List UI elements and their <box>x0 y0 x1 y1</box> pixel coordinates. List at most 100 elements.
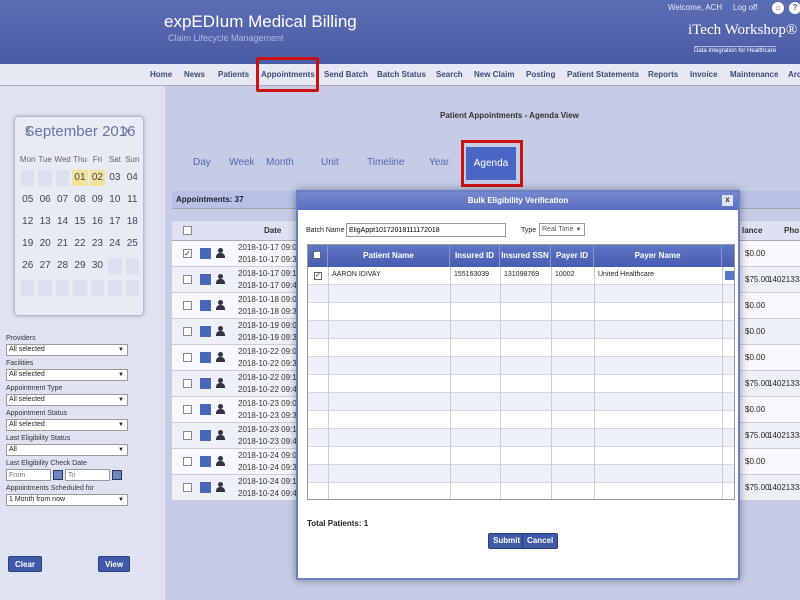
calendar-day[interactable]: 06 <box>36 192 53 208</box>
row-checkbox[interactable] <box>183 431 192 440</box>
calendar-day[interactable]: 01 <box>72 170 88 186</box>
calendar-day[interactable]: 08 <box>71 192 88 208</box>
patient-icon[interactable] <box>216 430 225 441</box>
patient-icon[interactable] <box>216 326 225 337</box>
patient-icon[interactable] <box>216 248 225 259</box>
calendar-day[interactable]: 25 <box>124 236 141 252</box>
tab-month[interactable]: Month <box>266 157 294 168</box>
close-icon[interactable]: x <box>722 195 733 206</box>
calendar-day[interactable]: 17 <box>106 214 123 230</box>
calendar-day[interactable]: 10 <box>106 192 123 208</box>
calendar-day[interactable]: 30 <box>89 258 106 274</box>
tab-unit[interactable]: Unit <box>321 157 339 168</box>
calendar-day[interactable]: 23 <box>89 236 106 252</box>
patient-icon[interactable] <box>216 274 225 285</box>
nav-reports[interactable]: Reports <box>648 64 678 86</box>
notes-icon[interactable] <box>200 248 211 259</box>
help-icon[interactable]: ? <box>789 2 800 14</box>
notes-icon[interactable] <box>200 378 211 389</box>
batch-name-input[interactable] <box>346 223 506 237</box>
nav-invoice[interactable]: Invoice <box>690 64 718 86</box>
calendar-day[interactable]: 16 <box>89 214 106 230</box>
calendar-day[interactable]: 27 <box>36 258 53 274</box>
calendar-icon[interactable] <box>112 470 122 480</box>
nav-new-claim[interactable]: New Claim <box>474 64 514 86</box>
appointment-type-select[interactable]: All selected ▼ <box>6 394 128 406</box>
calendar-day[interactable]: 24 <box>106 236 123 252</box>
logoff-link[interactable]: Log off <box>733 3 757 12</box>
appointment-status-select[interactable]: All selected ▼ <box>6 419 128 431</box>
from-date-input[interactable] <box>6 469 51 481</box>
calendar-day[interactable]: 05 <box>19 192 36 208</box>
nav-posting[interactable]: Posting <box>526 64 555 86</box>
calendar-day[interactable]: 11 <box>124 192 141 208</box>
patient-icon[interactable] <box>216 404 225 415</box>
facilities-select[interactable]: All selected ▼ <box>6 369 128 381</box>
calendar-day[interactable]: 07 <box>54 192 71 208</box>
row-checkbox[interactable] <box>183 275 192 284</box>
patient-icon[interactable] <box>216 456 225 467</box>
to-date-input[interactable] <box>65 469 110 481</box>
tab-week[interactable]: Week <box>229 157 254 168</box>
nav-send-batch[interactable]: Send Batch <box>324 64 368 86</box>
calendar-day[interactable]: 03 <box>106 170 123 186</box>
nav-maintenance[interactable]: Maintenance <box>730 64 778 86</box>
notes-icon[interactable] <box>200 404 211 415</box>
row-checkbox[interactable] <box>183 405 192 414</box>
providers-select[interactable]: All selected ▼ <box>6 344 128 356</box>
row-checkbox[interactable] <box>183 353 192 362</box>
calendar-day[interactable]: 26 <box>19 258 36 274</box>
row-checkbox[interactable] <box>183 301 192 310</box>
nav-search[interactable]: Search <box>436 64 463 86</box>
nav-batch-status[interactable]: Batch Status <box>377 64 426 86</box>
notes-icon[interactable] <box>200 430 211 441</box>
calendar-day[interactable]: 28 <box>54 258 71 274</box>
notes-icon[interactable] <box>200 326 211 337</box>
calendar-day[interactable]: 13 <box>36 214 53 230</box>
nav-patient-statements[interactable]: Patient Statements <box>567 64 639 86</box>
patient-icon[interactable] <box>216 352 225 363</box>
nav-archive[interactable]: Arc <box>788 64 800 86</box>
calendar-day[interactable]: 09 <box>89 192 106 208</box>
home-icon[interactable]: ⌂ <box>772 2 784 14</box>
tab-day[interactable]: Day <box>193 157 211 168</box>
nav-home[interactable]: Home <box>150 64 172 86</box>
calendar-day[interactable]: 15 <box>71 214 88 230</box>
row-checkbox[interactable] <box>183 457 192 466</box>
calendar-day[interactable]: 14 <box>54 214 71 230</box>
notes-icon[interactable] <box>200 274 211 285</box>
row-checkbox[interactable] <box>183 483 192 492</box>
patient-icon[interactable] <box>216 482 225 493</box>
calendar-day[interactable]: 12 <box>19 214 36 230</box>
nav-news[interactable]: News <box>184 64 205 86</box>
grid-row-checkbox[interactable]: ✓ <box>314 272 322 280</box>
patient-icon[interactable] <box>216 378 225 389</box>
notes-icon[interactable] <box>200 482 211 493</box>
view-button[interactable]: View <box>98 556 131 572</box>
tab-year[interactable]: Year <box>429 157 449 168</box>
calendar-day[interactable]: 29 <box>71 258 88 274</box>
calendar-day[interactable]: 21 <box>54 236 71 252</box>
cancel-button[interactable]: Cancel <box>522 533 559 549</box>
grid-row[interactable]: ✓ AARON IDIVAY 155163039 131098769 10002 Unit… <box>308 267 734 285</box>
eligibility-status-select[interactable]: All ▼ <box>6 444 128 456</box>
edit-icon[interactable] <box>725 271 734 280</box>
patient-icon[interactable] <box>216 300 225 311</box>
submit-button[interactable]: Submit <box>488 533 526 549</box>
tab-timeline[interactable]: Timeline <box>367 157 404 168</box>
notes-icon[interactable] <box>200 300 211 311</box>
calendar-day[interactable]: 18 <box>124 214 141 230</box>
nav-patients[interactable]: Patients <box>218 64 249 86</box>
select-all-checkbox[interactable] <box>183 226 192 235</box>
calendar-day[interactable]: 02 <box>89 170 106 186</box>
calendar-day[interactable]: 22 <box>71 236 88 252</box>
notes-icon[interactable] <box>200 352 211 363</box>
row-checkbox[interactable]: ✓ <box>183 249 192 258</box>
row-checkbox[interactable] <box>183 327 192 336</box>
calendar-next-icon[interactable]: › <box>123 120 129 141</box>
calendar-icon[interactable] <box>53 470 63 480</box>
calendar-day[interactable]: 04 <box>124 170 141 186</box>
type-select[interactable]: Real Time ▼ <box>539 223 585 236</box>
clear-button[interactable]: Clear <box>8 556 43 572</box>
calendar-day[interactable]: 19 <box>19 236 36 252</box>
